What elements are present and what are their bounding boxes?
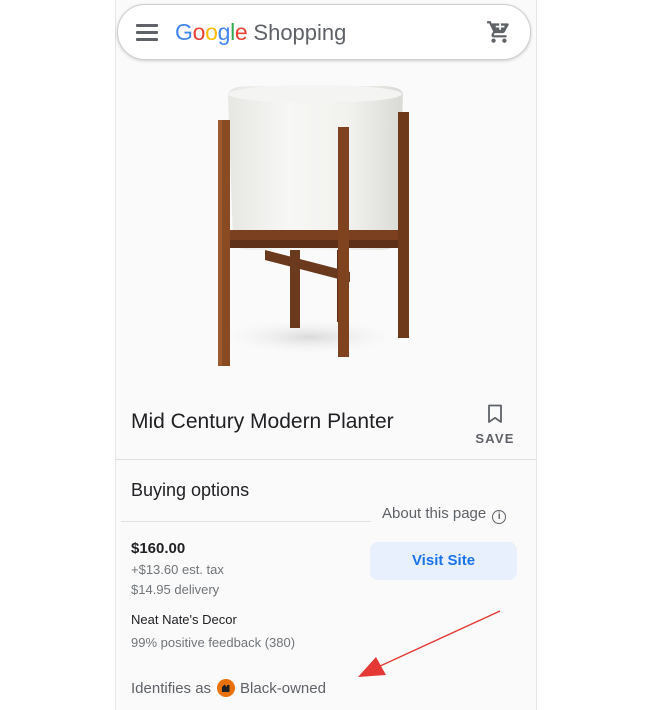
shopping-cart-icon[interactable] bbox=[486, 19, 512, 45]
logo-letter: o bbox=[205, 19, 218, 45]
save-button[interactable]: SAVE bbox=[472, 404, 518, 452]
google-wordmark: Google bbox=[175, 19, 248, 45]
logo-letter: G bbox=[175, 19, 193, 45]
offer-price: $160.00 bbox=[131, 540, 186, 557]
info-icon: i bbox=[492, 510, 507, 524]
product-image[interactable] bbox=[190, 72, 450, 372]
seller-identity: Identifies as Black-owned bbox=[131, 679, 326, 697]
buying-options-divider bbox=[121, 521, 371, 522]
identity-label: Black-owned bbox=[240, 680, 326, 697]
visit-site-button[interactable]: Visit Site bbox=[370, 542, 517, 580]
offer-delivery: $14.95 delivery bbox=[131, 582, 220, 597]
search-bar[interactable]: Google Shopping bbox=[117, 4, 531, 60]
buying-options-title: Buying options bbox=[131, 480, 250, 500]
seller-name[interactable]: Neat Nate's Decor bbox=[131, 612, 237, 627]
save-label: SAVE bbox=[475, 431, 515, 446]
shopping-wordmark: Shopping bbox=[253, 20, 347, 45]
google-shopping-logo[interactable]: Google Shopping bbox=[175, 17, 346, 48]
hamburger-menu-icon[interactable] bbox=[136, 24, 158, 41]
about-this-page-link[interactable]: About this page i bbox=[382, 505, 507, 524]
black-owned-badge-icon bbox=[217, 679, 236, 697]
product-title: Mid Century Modern Planter bbox=[131, 410, 394, 433]
offer-tax: +$13.60 est. tax bbox=[131, 562, 224, 577]
about-label: About this page bbox=[382, 505, 487, 522]
logo-letter: g bbox=[217, 19, 231, 45]
annotation-arrow bbox=[358, 610, 501, 677]
logo-letter: e bbox=[234, 19, 248, 45]
logo-letter: o bbox=[192, 19, 206, 45]
identity-prefix: Identifies as bbox=[131, 680, 212, 697]
bookmark-icon bbox=[488, 404, 502, 423]
section-divider bbox=[116, 459, 536, 460]
seller-feedback: 99% positive feedback (380) bbox=[131, 635, 296, 650]
